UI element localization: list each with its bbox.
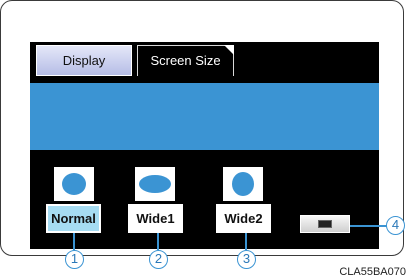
screen-off-icon <box>318 220 332 228</box>
tab-display[interactable]: Display <box>36 45 132 76</box>
tab-screen-size[interactable]: Screen Size <box>137 45 234 76</box>
screen-off-button[interactable] <box>300 215 350 233</box>
wide2-button[interactable]: Wide2 <box>216 204 271 233</box>
callout-1: 1 <box>65 250 84 269</box>
tab-display-label: Display <box>62 53 106 68</box>
normal-button[interactable]: Normal <box>46 204 101 233</box>
normal-button-label: Normal <box>51 211 96 226</box>
content-banner <box>30 83 379 150</box>
callout-line-2 <box>157 233 159 250</box>
aspect-wide2-icon <box>223 167 263 201</box>
wide2-button-label: Wide2 <box>224 211 263 226</box>
display-screen: Display Screen Size Normal Wide1 Wide2 <box>30 42 379 249</box>
callout-3: 3 <box>237 250 256 269</box>
callout-line-1 <box>73 233 75 250</box>
aspect-wide1-icon <box>135 167 175 201</box>
figure-code: CLA55BA070 <box>339 266 406 278</box>
wide1-button[interactable]: Wide1 <box>128 204 183 233</box>
wide1-button-label: Wide1 <box>136 211 175 226</box>
callout-2: 2 <box>149 250 168 269</box>
tab-screen-size-label: Screen Size <box>150 53 221 68</box>
callout-line-3 <box>245 233 247 250</box>
callout-4: 4 <box>386 216 405 235</box>
callout-line-4 <box>350 225 390 227</box>
aspect-normal-icon <box>54 167 94 201</box>
